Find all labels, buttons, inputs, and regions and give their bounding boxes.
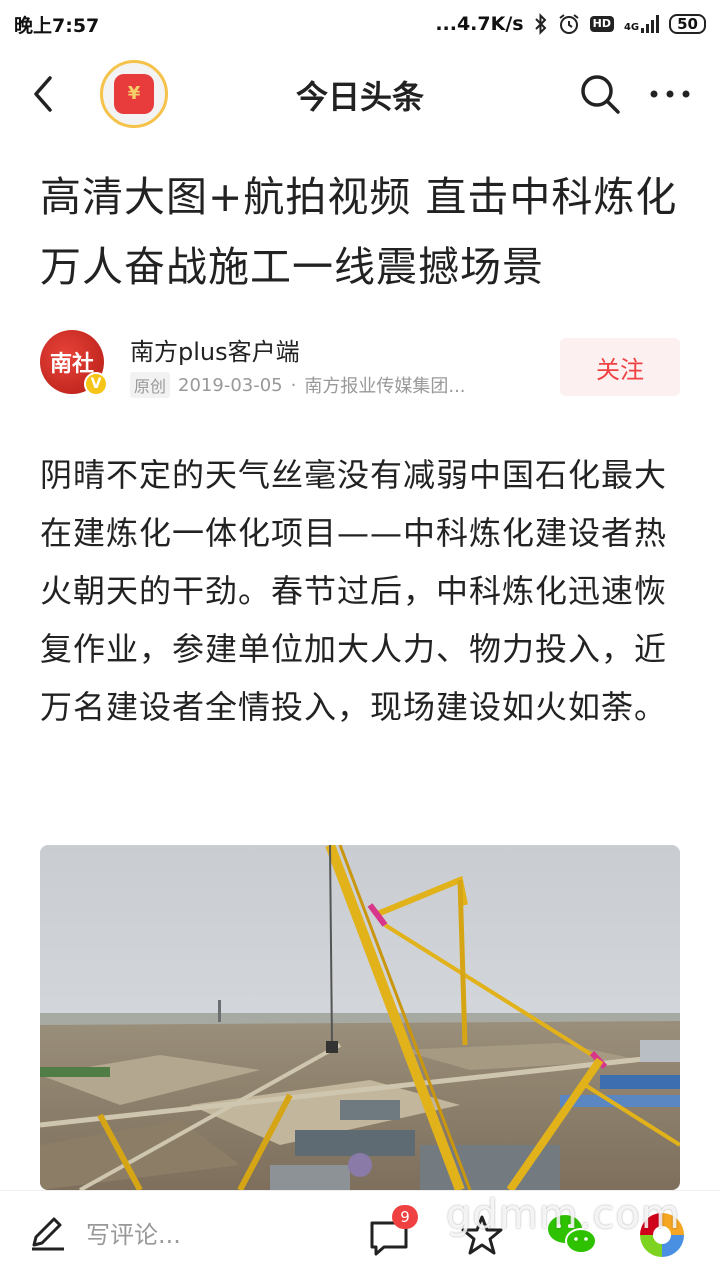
more-button[interactable] xyxy=(646,72,694,116)
signal-label: 4G xyxy=(623,22,640,33)
article-photo[interactable] xyxy=(40,845,680,1190)
comment-compose[interactable]: 写评论... xyxy=(26,1211,181,1253)
nav-bar: 今日头条 xyxy=(0,50,720,138)
search-icon xyxy=(581,75,620,114)
back-button[interactable] xyxy=(26,70,66,118)
article-body: 阴晴不定的天气丝毫没有减弱中国石化最大在建炼化一体化项目——中科炼化建设者热火朝… xyxy=(40,456,668,726)
watermark-text: gdmm.com xyxy=(446,1192,681,1238)
source-name: 南方报业传媒集团... xyxy=(304,376,466,397)
bluetooth-icon xyxy=(534,13,548,35)
article-headline: 高清大图+航拍视频 直击中科炼化万人奋战施工一线震撼场景 xyxy=(40,173,678,291)
publish-date: 2019-03-05 xyxy=(178,374,283,396)
compose-placeholder: 写评论... xyxy=(86,1220,181,1249)
pencil-icon xyxy=(32,1217,64,1251)
author-name[interactable]: 南方plus客户端 xyxy=(130,332,300,367)
original-tag: 原创 xyxy=(130,372,171,398)
network-speed: ...4.7K/s xyxy=(435,13,524,35)
meta-separator: · xyxy=(290,374,297,396)
article-meta: 原创 2019-03-05 · 南方报业传媒集团... xyxy=(130,372,466,398)
author-avatar[interactable]: 南社 V xyxy=(40,330,108,396)
comment-count-badge: 9 xyxy=(392,1205,418,1229)
alarm-icon xyxy=(558,13,580,35)
signal-icon: 4G xyxy=(623,15,660,33)
battery-icon: 50 xyxy=(669,14,706,34)
status-indicators: ...4.7K/s HD 4G 50 xyxy=(435,13,706,35)
hd-badge: HD xyxy=(589,16,614,32)
verified-icon: V xyxy=(84,372,108,396)
back-arrow-icon xyxy=(34,76,52,112)
follow-button[interactable]: 关注 xyxy=(560,338,680,396)
status-time: 晚上7:57 xyxy=(14,14,100,37)
avatar-text: 南社 xyxy=(49,352,94,377)
more-dots-icon xyxy=(650,90,690,98)
search-button[interactable] xyxy=(578,72,622,116)
status-bar: 晚上7:57 ...4.7K/s HD 4G 50 xyxy=(0,0,720,48)
app-logo-red-packet-icon[interactable] xyxy=(100,60,168,128)
author-row: 南社 V 南方plus客户端 原创 2019-03-05 · 南方报业传媒集团.… xyxy=(40,330,680,402)
